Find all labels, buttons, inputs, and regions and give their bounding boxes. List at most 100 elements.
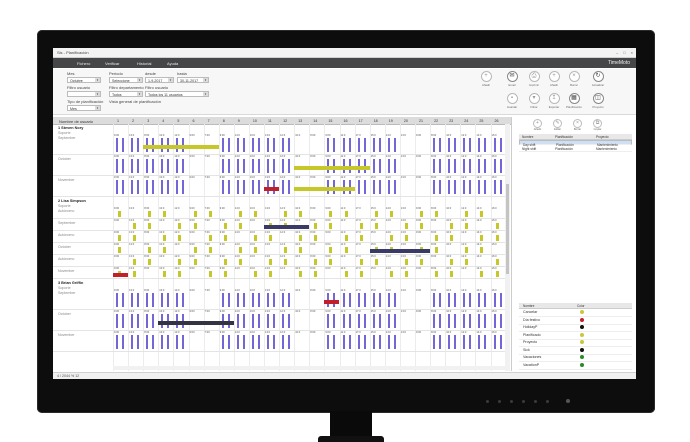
planned-shift-bar[interactable] [484,335,487,349]
project-shift-bar[interactable] [435,271,439,277]
planned-shift-bar[interactable] [176,159,179,173]
planned-shift-bar[interactable] [257,159,260,173]
project-shift-bar[interactable] [495,223,499,229]
planned-shift-bar[interactable] [176,293,179,307]
project-shift-bar[interactable] [133,235,137,241]
planned-shift-bar[interactable] [372,159,375,173]
planned-shift-bar[interactable] [176,335,179,349]
project-shift-bar[interactable] [208,247,212,253]
planned-shift-bar[interactable] [433,180,436,194]
planned-shift-bar[interactable] [463,138,466,152]
planned-shift-bar[interactable] [439,159,442,173]
planned-shift-bar[interactable] [448,314,451,328]
planned-shift-bar[interactable] [357,180,360,194]
planned-shift-bar[interactable] [137,159,140,173]
planned-shift-bar[interactable] [146,180,149,194]
navy-block[interactable] [264,225,310,229]
planned-shift-bar[interactable] [236,159,239,173]
project-shift-bar[interactable] [329,223,333,229]
planned-shift-bar[interactable] [122,314,124,328]
planned-shift-bar[interactable] [242,159,245,173]
project-shift-bar[interactable] [314,235,318,241]
planned-shift-bar[interactable] [116,138,118,152]
project-shift-bar[interactable] [284,247,288,253]
planned-shift-bar[interactable] [131,293,134,307]
planned-shift-bar[interactable] [146,293,149,307]
planned-shift-bar[interactable] [478,335,481,349]
schedule-row[interactable]: Night shift Planificación Mantenimiento [519,146,632,152]
planned-shift-bar[interactable] [393,335,396,349]
project-shift-bar[interactable] [435,235,439,241]
planned-shift-bar[interactable] [221,138,224,152]
planned-shift-bar[interactable] [463,335,466,349]
toolbar-button-3[interactable]: + Añadir [547,71,561,87]
project-shift-bar[interactable] [163,271,167,277]
minimize-button[interactable]: – [616,50,618,55]
planned-shift-bar[interactable] [393,138,396,152]
planned-shift-bar[interactable] [282,293,285,307]
planned-shift-bar[interactable] [137,293,140,307]
project-shift-bar[interactable] [495,271,499,277]
holiday-block[interactable] [324,299,340,304]
planned-shift-bar[interactable] [182,180,185,194]
planned-shift-bar[interactable] [439,293,442,307]
toolbar-button-10[interactable]: ◫ Proyecto [591,93,605,109]
project-shift-bar[interactable] [238,223,242,229]
planned-shift-bar[interactable] [282,138,285,152]
planned-shift-bar[interactable] [267,293,269,307]
project-shift-bar[interactable] [238,247,242,253]
planned-shift-bar[interactable] [257,180,260,194]
project-shift-bar[interactable] [404,271,408,277]
planned-shift-bar[interactable] [267,159,269,173]
planned-shift-bar[interactable] [236,180,239,194]
planned-shift-bar[interactable] [282,314,285,328]
planned-shift-bar[interactable] [267,138,269,152]
planned-shift-bar[interactable] [393,314,396,328]
project-shift-bar[interactable] [253,247,257,253]
project-shift-bar[interactable] [253,235,257,241]
project-shift-bar[interactable] [465,223,469,229]
planned-shift-bar[interactable] [363,180,366,194]
planned-shift-bar[interactable] [357,314,360,328]
planned-shift-bar[interactable] [378,314,381,328]
project-shift-bar[interactable] [193,247,197,253]
project-shift-bar[interactable] [420,259,423,265]
project-shift-bar[interactable] [148,211,152,217]
planned-shift-bar[interactable] [493,180,496,194]
project-shift-bar[interactable] [118,235,121,241]
planned-shift-bar[interactable] [242,138,245,152]
planned-shift-bar[interactable] [469,138,472,152]
scroll-thumb[interactable] [506,184,509,274]
planned-shift-bar[interactable] [251,335,254,349]
project-shift-bar[interactable] [118,211,121,217]
panel-button-0[interactable]: + Añadir [533,119,542,131]
planned-shift-bar[interactable] [122,335,124,349]
planned-shift-bar[interactable] [342,293,345,307]
filtro-usuario-select[interactable]: ▾ [67,91,101,97]
planned-shift-bar[interactable] [251,314,254,328]
planned-shift-bar[interactable] [333,138,336,152]
planned-shift-bar[interactable] [236,293,239,307]
project-shift-bar[interactable] [163,247,167,253]
menu-verificar[interactable]: Verificar [105,61,119,66]
planned-shift-bar[interactable] [257,138,260,152]
close-button[interactable]: × [631,50,633,55]
planned-shift-bar[interactable] [469,159,472,173]
planned-shift-bar[interactable] [116,180,118,194]
planned-shift-bar[interactable] [227,335,230,349]
planned-shift-bar[interactable] [282,159,285,173]
project-shift-bar[interactable] [359,235,363,241]
project-shift-bar[interactable] [253,211,257,217]
project-shift-bar[interactable] [133,259,137,265]
planned-shift-bar[interactable] [251,180,254,194]
planned-shift-bar[interactable] [288,180,291,194]
project-shift-bar[interactable] [238,211,242,217]
planned-shift-bar[interactable] [236,138,239,152]
tipo-select[interactable]: Mes ▾ [67,105,101,111]
project-shift-bar[interactable] [495,235,499,241]
planned-shift-bar[interactable] [161,180,164,194]
menu-ayuda[interactable]: Ayuda [167,61,178,66]
planned-shift-bar[interactable] [116,293,118,307]
planned-shift-bar[interactable] [493,293,496,307]
sick-block[interactable] [158,320,234,325]
